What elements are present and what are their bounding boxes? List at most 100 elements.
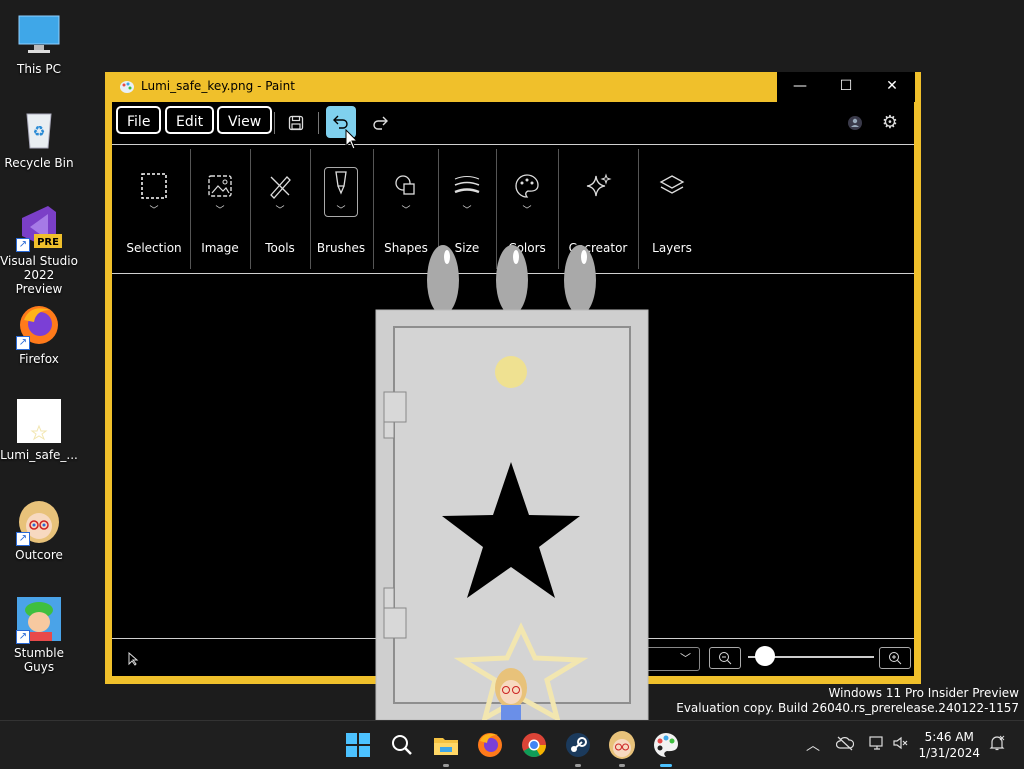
shortcut-arrow-icon: ↗: [16, 336, 30, 350]
redo-button[interactable]: [366, 109, 394, 137]
running-indicator: [619, 764, 625, 767]
chevron-down-icon: ﹀: [215, 206, 225, 216]
image-icon: [205, 171, 235, 201]
windows-watermark: Windows 11 Pro Insider Preview Evaluatio…: [676, 686, 1019, 716]
ribbon-separator: [250, 149, 251, 269]
edit-menu-button[interactable]: Edit: [165, 106, 215, 134]
firefox-icon: [478, 733, 502, 757]
ribbon-group-image[interactable]: ﹀ Image: [192, 145, 248, 265]
show-hidden-icons-button[interactable]: ︿: [806, 735, 820, 755]
search-icon: [392, 735, 412, 755]
system-clock[interactable]: 5:46 AM 1/31/2024: [918, 729, 980, 761]
file-menu-button[interactable]: File: [116, 106, 162, 134]
firefox-icon: ↗: [16, 302, 62, 350]
folder-icon: [434, 738, 458, 755]
tools-icon: [265, 171, 295, 201]
pin-decoration: [427, 245, 459, 315]
network-status[interactable]: [868, 735, 886, 755]
account-icon: [848, 116, 862, 130]
desktop-icon-label: Stumble Guys: [14, 646, 64, 674]
desktop-icon-label: This PC: [17, 62, 61, 76]
ribbon-separator: [373, 149, 374, 269]
taskbar-firefox[interactable]: [474, 729, 506, 761]
desktop-icon-lumi-safe[interactable]: Lumi_safe_...: [0, 398, 78, 462]
volume-muted-icon: [893, 736, 908, 750]
zoom-out-button[interactable]: [709, 647, 741, 669]
canvas-image[interactable]: [375, 240, 649, 724]
ribbon-label: Selection: [126, 241, 182, 255]
desktop-icon-firefox[interactable]: ↗ Firefox: [0, 302, 78, 366]
desktop-icon-label: Recycle Bin: [4, 156, 74, 170]
taskbar-outcore[interactable]: [606, 729, 638, 767]
zoom-dropdown[interactable]: ﹀: [642, 647, 700, 671]
ribbon-label: Image: [201, 241, 239, 255]
minimize-button[interactable]: —: [777, 72, 823, 102]
taskbar-chrome[interactable]: [518, 729, 550, 761]
view-menu-button[interactable]: View: [217, 106, 273, 134]
account-button[interactable]: [841, 109, 869, 137]
settings-button[interactable]: ⚙: [876, 109, 904, 137]
size-icon: [452, 171, 482, 201]
ribbon-group-layers[interactable]: Layers: [640, 145, 704, 265]
desktop-icon-label: Lumi_safe_...: [0, 448, 78, 462]
search-button[interactable]: [386, 729, 418, 761]
close-button[interactable]: ✕: [869, 72, 915, 102]
chevron-up-icon: ︿: [806, 738, 820, 754]
desktop-icon-label: Visual Studio 2022 Preview: [0, 254, 78, 296]
taskbar-file-explorer[interactable]: [430, 729, 462, 767]
palette-icon: [512, 171, 542, 201]
taskbar-paint[interactable]: [650, 729, 682, 767]
desktop-icon-outcore[interactable]: ↗ Outcore: [0, 498, 78, 562]
desktop-icon-label: Firefox: [19, 352, 59, 366]
image-file-icon: [16, 398, 62, 444]
desktop-icon-this-pc[interactable]: This PC: [0, 12, 78, 76]
taskbar-steam[interactable]: [562, 729, 594, 767]
ribbon-label: Brushes: [316, 241, 366, 255]
ribbon-group-selection[interactable]: ﹀ Selection: [120, 145, 188, 265]
zoom-slider-thumb[interactable]: [755, 646, 775, 666]
cloud-offline-icon: [835, 736, 855, 751]
svg-text:♻: ♻: [33, 124, 46, 140]
desktop-icon-label: Outcore: [15, 548, 63, 562]
ribbon-label: Tools: [265, 241, 295, 255]
save-button[interactable]: [282, 109, 310, 137]
volume-status[interactable]: [892, 735, 910, 755]
chevron-down-icon: ﹀: [462, 206, 472, 216]
visual-studio-icon: PRE ↗: [16, 204, 62, 252]
watermark-line-1: Windows 11 Pro Insider Preview: [828, 686, 1019, 700]
menu-bar: File Edit View ⚙: [112, 102, 914, 144]
monitor-icon: [16, 12, 62, 58]
window-title: Lumi_safe_key.png - Paint: [141, 79, 295, 93]
desktop-icon-recycle-bin[interactable]: ♻ Recycle Bin: [0, 106, 78, 170]
chevron-down-icon: ﹀: [680, 652, 691, 665]
onedrive-status[interactable]: [835, 735, 855, 755]
ribbon-group-brushes[interactable]: ﹀ Brushes: [312, 145, 370, 265]
zoom-out-icon: [719, 652, 732, 665]
windows-logo-icon: [346, 733, 370, 757]
maximize-button[interactable]: ☐: [823, 72, 869, 102]
chevron-down-icon: ﹀: [522, 206, 532, 216]
shortcut-arrow-icon: ↗: [16, 630, 30, 644]
chevron-down-icon: ﹀: [401, 206, 411, 216]
pointer-icon: [128, 651, 140, 670]
start-button[interactable]: [342, 729, 374, 761]
hinge: [383, 391, 407, 423]
running-indicator: [660, 764, 672, 767]
steam-icon: [566, 733, 590, 757]
zoom-in-button[interactable]: [879, 647, 911, 669]
desktop-icon-stumble-guys[interactable]: ↗ Stumble Guys: [0, 596, 78, 674]
outcore-icon: ↗: [16, 498, 62, 546]
hinge: [383, 587, 395, 609]
shapes-icon: [391, 171, 421, 201]
title-bar[interactable]: Lumi_safe_key.png - Paint — ☐ ✕: [105, 72, 921, 102]
pin-decoration: [564, 245, 596, 315]
ribbon-separator: [310, 149, 311, 269]
ribbon-group-tools[interactable]: ﹀ Tools: [252, 145, 308, 265]
network-icon: [869, 736, 883, 750]
outcore-icon: [609, 731, 635, 759]
stumble-guys-icon: ↗: [16, 596, 62, 644]
redo-icon: [373, 116, 388, 130]
desktop-icon-visual-studio[interactable]: PRE ↗ Visual Studio 2022 Preview: [0, 204, 78, 296]
notifications-button[interactable]: [988, 734, 1006, 756]
zoom-in-icon: [889, 652, 902, 665]
